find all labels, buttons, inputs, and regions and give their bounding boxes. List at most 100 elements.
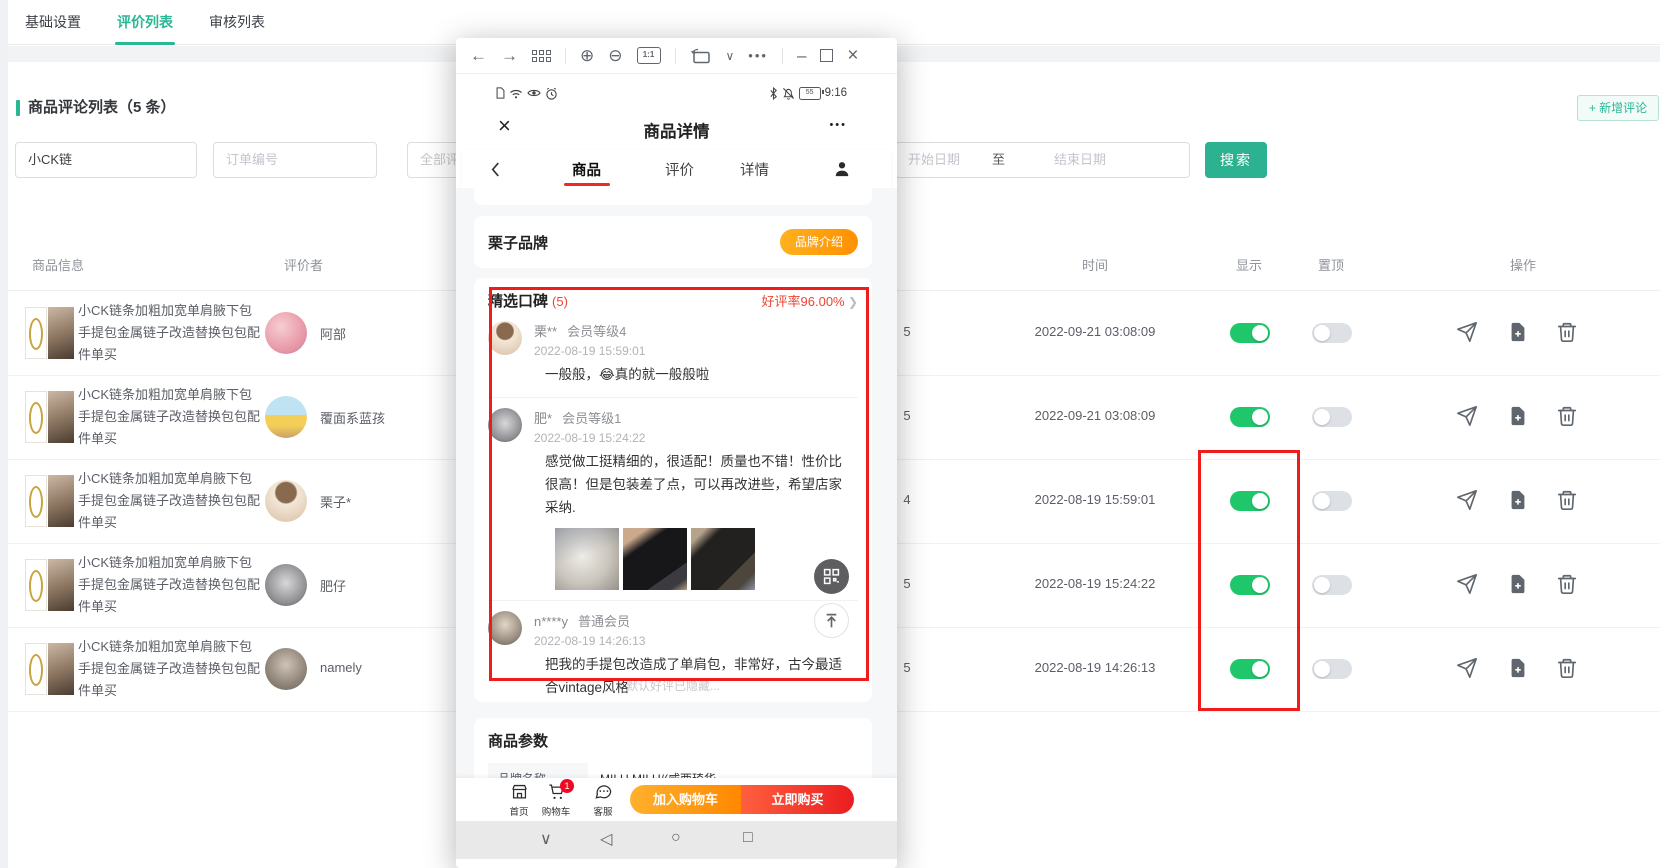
- visible-toggle[interactable]: [1230, 491, 1270, 511]
- back-to-top-button[interactable]: [814, 603, 849, 638]
- app-header: × 商品详情 •••: [462, 106, 891, 150]
- product-chain-image: [25, 391, 47, 443]
- app-tab-reviews[interactable]: 评价: [665, 159, 694, 180]
- product-chain-image: [25, 475, 47, 527]
- file-add-icon[interactable]: [1507, 573, 1529, 595]
- alarm-clock-icon: [545, 87, 558, 100]
- rating-value: 4: [896, 492, 918, 507]
- file-add-icon[interactable]: [1507, 405, 1529, 427]
- product-title: 小CK链条加粗加宽单肩腋下包手提包金属链子改造替换包包配件单买: [78, 552, 264, 617]
- forward-arrow-icon[interactable]: →: [501, 47, 518, 64]
- app-tab-detail[interactable]: 详情: [740, 159, 769, 180]
- pinned-toggle[interactable]: [1312, 491, 1352, 511]
- cart-badge: 1: [560, 779, 574, 793]
- pinned-toggle[interactable]: [1312, 575, 1352, 595]
- file-add-icon[interactable]: [1507, 321, 1529, 343]
- android-home-icon[interactable]: ○: [671, 829, 681, 847]
- more-dots-icon[interactable]: •••: [748, 49, 768, 62]
- product-bag-image: [48, 307, 74, 359]
- toolbar-divider: [565, 48, 566, 64]
- pinned-toggle[interactable]: [1312, 659, 1352, 679]
- positive-rate-link[interactable]: 好评率96.00% ❯: [762, 291, 858, 310]
- rotate-device-icon[interactable]: [690, 48, 712, 64]
- review-photo[interactable]: [555, 528, 619, 590]
- cart-nav-item[interactable]: 1 购物车: [536, 782, 576, 818]
- visible-toggle[interactable]: [1230, 659, 1270, 679]
- service-nav-item[interactable]: 客服: [586, 782, 620, 818]
- trash-icon[interactable]: [1556, 657, 1578, 679]
- product-bag-image: [48, 475, 74, 527]
- date-end-placeholder: 结束日期: [1054, 143, 1106, 177]
- review-avatar: [488, 611, 522, 645]
- trash-icon[interactable]: [1556, 405, 1578, 427]
- pinned-toggle[interactable]: [1312, 323, 1352, 343]
- bluetooth-icon: [769, 87, 778, 100]
- review-user: 栗**会员等级4: [534, 324, 626, 339]
- trash-icon[interactable]: [1556, 489, 1578, 511]
- app-tab-product[interactable]: 商品: [572, 159, 601, 180]
- scale-1-1-icon[interactable]: 1:1: [637, 47, 661, 64]
- date-separator: 至: [992, 143, 1005, 177]
- file-add-icon[interactable]: [1507, 657, 1529, 679]
- zoom-in-icon[interactable]: ⊕: [580, 47, 594, 64]
- app-title: 商品详情: [462, 118, 891, 142]
- pinned-toggle[interactable]: [1312, 407, 1352, 427]
- tab-review-list[interactable]: 评价列表: [117, 0, 173, 45]
- minimize-icon[interactable]: –: [797, 47, 806, 64]
- add-comment-button[interactable]: + 新增评论: [1577, 95, 1659, 121]
- close-icon[interactable]: ×: [847, 46, 858, 65]
- active-tab-underline: [564, 183, 610, 186]
- zoom-out-icon[interactable]: ⊖: [608, 47, 622, 64]
- file-add-icon[interactable]: [1507, 489, 1529, 511]
- home-nav-item[interactable]: 首页: [502, 782, 536, 818]
- tab-audit-list[interactable]: 审核列表: [209, 0, 265, 45]
- shop-icon: [510, 782, 529, 801]
- wifi-icon: [509, 87, 523, 99]
- product-bag-image: [48, 643, 74, 695]
- send-icon[interactable]: [1456, 573, 1478, 595]
- trash-icon[interactable]: [1556, 573, 1578, 595]
- brand-intro-button[interactable]: 品牌介绍: [780, 229, 858, 255]
- visible-toggle[interactable]: [1230, 323, 1270, 343]
- buy-now-button[interactable]: 立即购买: [741, 785, 854, 814]
- params-title: 商品参数: [488, 730, 858, 751]
- device-preview-window: ← → ⊕ ⊖ 1:1 ∨ ••• – ×: [456, 38, 897, 868]
- chevron-down-icon[interactable]: ∨: [726, 50, 735, 62]
- person-icon[interactable]: [832, 159, 852, 179]
- product-keyword-input[interactable]: 小CK链: [15, 142, 197, 178]
- rating-value: 5: [896, 576, 918, 591]
- date-range-input[interactable]: 开始日期 至 结束日期: [895, 142, 1190, 178]
- search-button[interactable]: 搜索: [1205, 142, 1267, 178]
- order-number-input[interactable]: 订单编号: [213, 142, 377, 178]
- send-icon[interactable]: [1456, 489, 1478, 511]
- reviews-count: (5): [552, 294, 568, 309]
- send-icon[interactable]: [1456, 657, 1478, 679]
- param-label: 品牌名称: [488, 763, 588, 778]
- status-time: 9:16: [825, 87, 847, 99]
- trash-icon[interactable]: [1556, 321, 1578, 343]
- date-start-placeholder: 开始日期: [908, 152, 960, 167]
- qr-code-button[interactable]: [814, 559, 849, 594]
- section-accent-bar: [16, 100, 20, 116]
- android-recents-icon[interactable]: □: [743, 829, 753, 847]
- maximize-icon[interactable]: [820, 49, 833, 62]
- review-photo[interactable]: [623, 528, 687, 590]
- toolbar-divider: [782, 48, 783, 64]
- android-back-icon[interactable]: ◁: [600, 829, 612, 849]
- app-more-icon[interactable]: •••: [829, 119, 847, 131]
- hide-keyboard-icon[interactable]: ∨: [540, 829, 552, 849]
- add-to-cart-button[interactable]: 加入购物车: [630, 785, 741, 814]
- visible-toggle[interactable]: [1230, 407, 1270, 427]
- screenshot-root: 基础设置 评价列表 审核列表 商品评论列表（5 条） + 新增评论 小CK链 订…: [0, 0, 1660, 868]
- app-back-icon[interactable]: [490, 161, 501, 178]
- back-arrow-icon[interactable]: ←: [470, 47, 487, 64]
- tab-basic-settings[interactable]: 基础设置: [25, 0, 81, 45]
- review-text: 感觉做工挺精细的，很适配！质量也不错！性价比很高！但是包装差了点，可以再改进些，…: [545, 451, 852, 520]
- send-icon[interactable]: [1456, 321, 1478, 343]
- review-photo[interactable]: [691, 528, 755, 590]
- visible-toggle[interactable]: [1230, 575, 1270, 595]
- left-gutter: [0, 0, 8, 868]
- app-grid-icon[interactable]: [532, 50, 551, 62]
- send-icon[interactable]: [1456, 405, 1478, 427]
- brand-name: 栗子品牌: [488, 232, 548, 253]
